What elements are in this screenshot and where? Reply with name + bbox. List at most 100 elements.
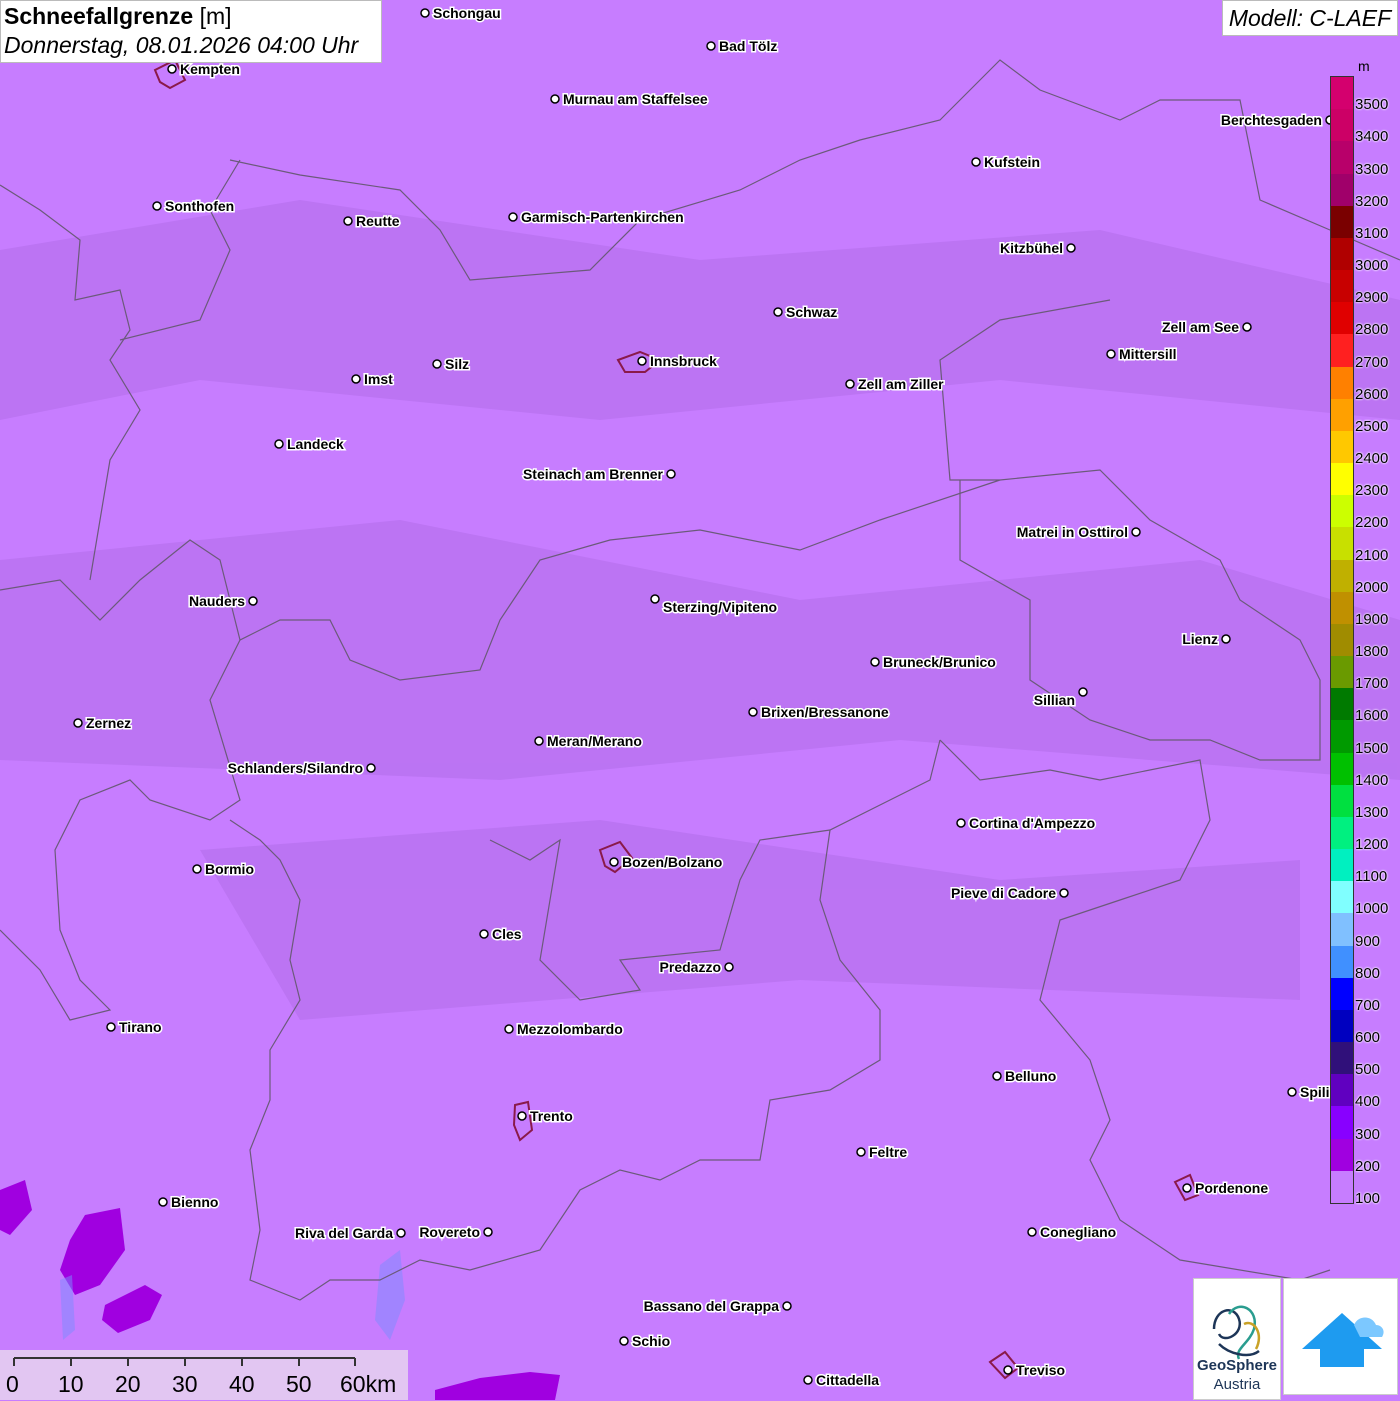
- legend-swatch: [1331, 1042, 1353, 1075]
- legend-swatch: [1331, 913, 1353, 947]
- city-label: Schlanders/Silandro: [228, 760, 363, 776]
- legend-label: 2900: [1355, 289, 1389, 307]
- city-marker-icon: [366, 763, 376, 773]
- city-cortina-d-ampezzo[interactable]: Cortina d'Ampezzo: [956, 814, 1097, 833]
- map-datetime: Donnerstag, 08.01.2026 04:00 Uhr: [4, 32, 359, 58]
- legend-label: 2000: [1355, 578, 1389, 596]
- city-label: Zell am Ziller: [858, 376, 944, 392]
- city-sonthofen[interactable]: Sonthofen: [152, 197, 236, 216]
- city-steinach-am-brenner[interactable]: Steinach am Brenner: [521, 465, 676, 484]
- legend-label: 800: [1355, 964, 1381, 982]
- legend-label: 100: [1355, 1190, 1381, 1207]
- weather-app-logo[interactable]: [1283, 1278, 1398, 1395]
- legend-swatch: [1331, 430, 1353, 464]
- city-label: Lienz: [1182, 631, 1218, 647]
- city-marker-icon: [773, 307, 783, 317]
- legend-label: 2700: [1355, 353, 1389, 371]
- city-label: Meran/Merano: [547, 733, 642, 749]
- city-marker-icon: [274, 439, 284, 449]
- city-innsbruck[interactable]: Innsbruck: [637, 352, 719, 371]
- legend-label: 3100: [1355, 224, 1389, 242]
- city-marker-icon: [856, 1147, 866, 1157]
- city-label: Murnau am Staffelsee: [563, 91, 708, 107]
- legend-swatch: [1331, 527, 1353, 561]
- legend-label: 2300: [1355, 482, 1389, 500]
- city-label: Kufstein: [984, 154, 1040, 170]
- city-label: Matrei in Osttirol: [1017, 524, 1128, 540]
- city-pieve-di-cadore[interactable]: Pieve di Cadore: [949, 884, 1069, 903]
- city-schongau[interactable]: Schongau: [420, 4, 502, 23]
- parameter-unit: [m]: [199, 3, 232, 29]
- city-label: Bozen/Bolzano: [622, 854, 722, 870]
- city-marker-icon: [517, 1111, 527, 1121]
- city-marker-icon: [396, 1228, 406, 1238]
- city-label: Kitzbühel: [1000, 240, 1063, 256]
- city-marker-icon: [845, 379, 855, 389]
- legend-swatch: [1331, 656, 1353, 689]
- city-marker-icon: [192, 864, 202, 874]
- city-label: Mittersill: [1119, 346, 1177, 362]
- scale-label-50: 50: [286, 1371, 312, 1397]
- city-murnau-am-staffelsee[interactable]: Murnau am Staffelsee: [550, 90, 709, 109]
- legend-label: 300: [1355, 1125, 1381, 1143]
- city-matrei-in-osttirol[interactable]: Matrei in Osttirol: [1015, 523, 1141, 542]
- legend-swatch: [1331, 1106, 1353, 1140]
- city-bruneck-brunico[interactable]: Bruneck/Brunico: [870, 653, 997, 672]
- legend-swatch: [1331, 1170, 1353, 1204]
- city-zell-am-ziller[interactable]: Zell am Ziller: [845, 375, 946, 394]
- city-marker-icon: [1287, 1087, 1297, 1097]
- city-riva-del-garda[interactable]: Riva del Garda: [293, 1224, 406, 1243]
- city-conegliano[interactable]: Conegliano: [1027, 1223, 1118, 1242]
- map-title-box: Schneefallgrenze [m] Donnerstag, 08.01.2…: [0, 0, 382, 63]
- city-marker-icon: [1182, 1183, 1192, 1193]
- city-label: Zell am See: [1162, 319, 1239, 335]
- city-bassano-del-grappa[interactable]: Bassano del Grappa: [642, 1297, 792, 1316]
- legend-swatch: [1331, 849, 1353, 882]
- legend-label: 400: [1355, 1093, 1381, 1111]
- city-label: Trento: [530, 1108, 573, 1124]
- city-label: Conegliano: [1040, 1224, 1116, 1240]
- model-label: Modell: C-LAEF: [1222, 0, 1398, 36]
- city-label: Pieve di Cadore: [951, 885, 1056, 901]
- city-zell-am-see[interactable]: Zell am See: [1160, 318, 1252, 337]
- legend-label: 1400: [1355, 771, 1389, 789]
- city-marker-icon: [106, 1022, 116, 1032]
- city-bozen-bolzano[interactable]: Bozen/Bolzano: [609, 853, 724, 872]
- legend-colorbar: [1330, 76, 1354, 1204]
- city-marker-icon: [73, 718, 83, 728]
- city-marker-icon: [248, 596, 258, 606]
- city-label: Zernez: [86, 715, 131, 731]
- city-meran-merano[interactable]: Meran/Merano: [534, 732, 643, 751]
- map-canvas[interactable]: Schongau Bad Tölz Kempten Murnau am Staffel…: [0, 0, 1400, 1400]
- city-label: Bad Tölz: [719, 38, 777, 54]
- city-label: Cittadella: [816, 1372, 879, 1388]
- city-label: Silz: [445, 356, 469, 372]
- city-label: Riva del Garda: [295, 1225, 393, 1241]
- legend-label: 2100: [1355, 546, 1389, 564]
- city-label: Feltre: [869, 1144, 907, 1160]
- city-label: Rovereto: [419, 1224, 480, 1240]
- city-mezzolombardo[interactable]: Mezzolombardo: [504, 1020, 624, 1039]
- city-schlanders-silandro[interactable]: Schlanders/Silandro: [226, 759, 376, 778]
- city-label: Treviso: [1016, 1362, 1065, 1378]
- city-marker-icon: [1003, 1365, 1013, 1375]
- city-marker-icon: [152, 201, 162, 211]
- geosphere-logo[interactable]: GeoSphere Austria: [1193, 1278, 1281, 1400]
- legend-label: 2200: [1355, 514, 1389, 532]
- city-cittadella[interactable]: Cittadella: [803, 1371, 881, 1390]
- legend-label: 3300: [1355, 160, 1389, 178]
- parameter-name: Schneefallgrenze: [4, 3, 194, 29]
- city-marker-icon: [432, 359, 442, 369]
- city-label: Schio: [632, 1333, 670, 1349]
- city-brixen-bressanone[interactable]: Brixen/Bressanone: [748, 703, 890, 722]
- city-marker-icon: [637, 356, 647, 366]
- scale-bar: 0 10 20 30 40 50 60km: [0, 1350, 408, 1400]
- city-marker-icon: [971, 157, 981, 167]
- city-berchtesgaden[interactable]: Berchtesgaden: [1219, 111, 1335, 130]
- city-marker-icon: [609, 857, 619, 867]
- city-pordenone[interactable]: Pordenone: [1182, 1179, 1270, 1198]
- city-label: Bienno: [171, 1194, 218, 1210]
- city-garmisch-partenkirchen[interactable]: Garmisch-Partenkirchen: [508, 208, 685, 227]
- city-label: Cles: [492, 926, 522, 942]
- city-marker-icon: [550, 94, 560, 104]
